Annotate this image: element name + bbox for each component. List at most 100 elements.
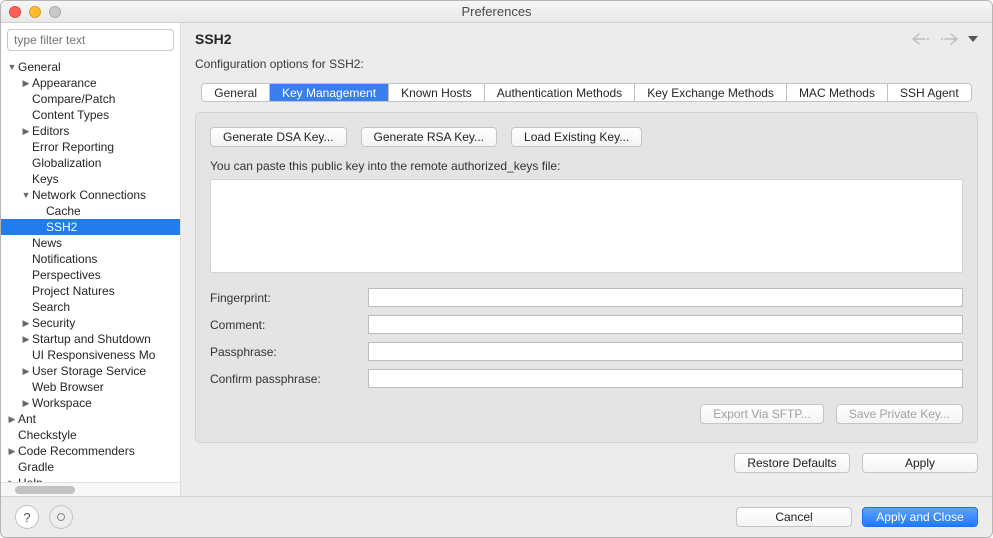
apply-and-close-button[interactable]: Apply and Close [862,507,978,527]
tree-item-label: Error Reporting [32,140,114,154]
comment-field[interactable] [368,315,963,334]
window-controls [9,6,61,18]
cancel-button[interactable]: Cancel [736,507,852,527]
tab[interactable]: General [202,84,270,101]
tree-item[interactable]: ▶Editors [1,123,180,139]
tree-item-label: Startup and Shutdown [32,332,151,346]
tree-item-label: Security [32,316,75,330]
tree-item-label: Web Browser [32,380,104,394]
tree-item[interactable]: ▶Startup and Shutdown [1,331,180,347]
chevron-right-icon[interactable]: ▶ [21,398,31,409]
nav-back-icon[interactable] [912,33,930,45]
public-key-hint: You can paste this public key into the r… [210,159,963,173]
tree-item-label: Editors [32,124,69,138]
tree-item-label: Globalization [32,156,101,170]
chevron-down-icon[interactable]: ▼ [7,62,17,72]
confirm-passphrase-label: Confirm passphrase: [210,372,360,386]
tree-item[interactable]: Keys [1,171,180,187]
fingerprint-field[interactable] [368,288,963,307]
load-existing-key-button[interactable]: Load Existing Key... [511,127,642,147]
tree-item[interactable]: Gradle [1,459,180,475]
tree-item[interactable]: Content Types [1,107,180,123]
tree-item[interactable]: Web Browser [1,379,180,395]
generate-dsa-button[interactable]: Generate DSA Key... [210,127,347,147]
tree-item[interactable]: ▶Help [1,475,180,482]
chevron-right-icon[interactable]: ▶ [21,334,31,345]
nav-forward-icon[interactable] [940,33,958,45]
tree-item-label: SSH2 [46,220,77,234]
sidebar-scrollbar[interactable] [1,482,180,496]
export-sftp-button[interactable]: Export Via SFTP... [700,404,824,424]
sidebar: ▼General▶AppearanceCompare/PatchContent … [1,23,181,496]
generate-rsa-button[interactable]: Generate RSA Key... [361,127,498,147]
tree-item[interactable]: ▼General [1,59,180,75]
tree-item[interactable]: Cache [1,203,180,219]
tree-item-label: Content Types [32,108,109,122]
chevron-right-icon[interactable]: ▶ [7,414,17,425]
chevron-right-icon[interactable]: ▶ [7,446,17,457]
page-title: SSH2 [195,31,912,47]
minimize-icon[interactable] [29,6,41,18]
preferences-tree: ▼General▶AppearanceCompare/PatchContent … [1,57,180,482]
tree-item[interactable]: Search [1,299,180,315]
tree-item-label: Gradle [18,460,54,474]
tree-item-label: Cache [46,204,81,218]
tree-item[interactable]: ▶Appearance [1,75,180,91]
tree-item-label: Notifications [32,252,97,266]
chevron-right-icon[interactable]: ▶ [21,126,31,137]
maximize-icon[interactable] [49,6,61,18]
tree-item-label: Workspace [32,396,92,410]
tree-item-label: Keys [32,172,59,186]
tree-item[interactable]: Compare/Patch [1,91,180,107]
tree-item[interactable]: ▶Code Recommenders [1,443,180,459]
tab[interactable]: Known Hosts [389,84,485,101]
tab[interactable]: Key Exchange Methods [635,84,787,101]
tab[interactable]: Key Management [270,84,389,101]
confirm-passphrase-field[interactable] [368,369,963,388]
apply-button[interactable]: Apply [862,453,978,473]
save-private-key-button[interactable]: Save Private Key... [836,404,963,424]
chevron-right-icon[interactable]: ▶ [21,318,31,329]
close-icon[interactable] [9,6,21,18]
page-menu-icon[interactable] [968,35,978,43]
tree-item[interactable]: Project Natures [1,283,180,299]
restore-defaults-button[interactable]: Restore Defaults [734,453,850,473]
preferences-window: Preferences ▼General▶AppearanceCompare/P… [0,0,993,538]
tree-item[interactable]: Checkstyle [1,427,180,443]
tree-item[interactable]: Error Reporting [1,139,180,155]
tree-item[interactable]: UI Responsiveness Mo [1,347,180,363]
tree-item[interactable]: ▶Security [1,315,180,331]
public-key-textarea[interactable] [210,179,963,273]
tree-item[interactable]: ▶Workspace [1,395,180,411]
chevron-right-icon[interactable]: ▶ [21,78,31,89]
tree-item-label: Search [32,300,70,314]
main-panel: SSH2 Configuration options for SSH2: Gen… [181,23,992,496]
tree-item[interactable]: ▶User Storage Service [1,363,180,379]
window-title: Preferences [1,4,992,19]
tree-item-label: News [32,236,62,250]
help-icon[interactable]: ? [15,505,39,529]
tree-item[interactable]: Notifications [1,251,180,267]
tree-item[interactable]: Globalization [1,155,180,171]
tree-item[interactable]: SSH2 [1,219,180,235]
tree-item-label: Compare/Patch [32,92,115,106]
passphrase-field[interactable] [368,342,963,361]
chevron-right-icon[interactable]: ▶ [21,366,31,377]
page-nav-icons [912,33,978,45]
tree-item-label: Code Recommenders [18,444,135,458]
tab[interactable]: MAC Methods [787,84,888,101]
tab[interactable]: SSH Agent [888,84,971,101]
tree-item-label: Checkstyle [18,428,77,442]
tree-item[interactable]: ▶Ant [1,411,180,427]
tree-item[interactable]: News [1,235,180,251]
tree-item-label: Project Natures [32,284,115,298]
filter-input[interactable] [7,29,174,51]
tree-item[interactable]: Perspectives [1,267,180,283]
tree-item[interactable]: ▼Network Connections [1,187,180,203]
tree-item-label: Network Connections [32,188,146,202]
tab[interactable]: Authentication Methods [485,84,635,101]
chevron-down-icon[interactable]: ▼ [21,190,31,200]
tree-item-label: Appearance [32,76,97,90]
progress-icon[interactable] [49,505,73,529]
key-management-panel: Generate DSA Key... Generate RSA Key... … [195,112,978,443]
